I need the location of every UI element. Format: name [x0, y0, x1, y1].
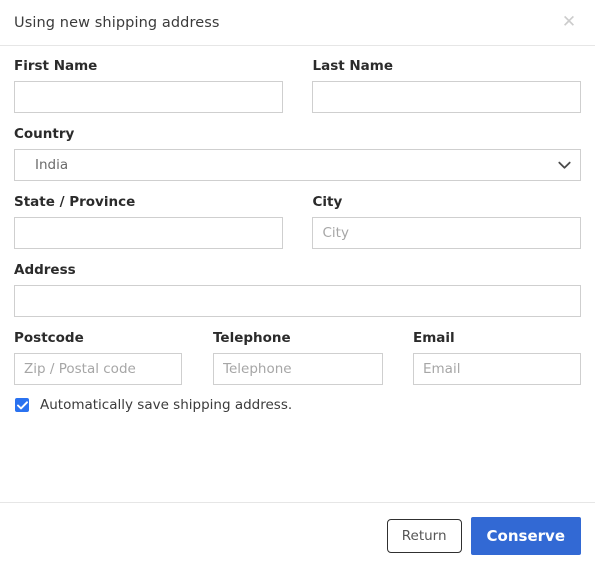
state-label: State / Province [14, 194, 136, 210]
shipping-address-dialog: Using new shipping address ✕ First Name … [0, 0, 595, 568]
postcode-input[interactable] [14, 353, 182, 385]
country-select[interactable]: India [14, 149, 581, 181]
conserve-button[interactable]: Conserve [470, 516, 581, 555]
city-field: City [312, 194, 582, 249]
dialog-header: Using new shipping address ✕ [0, 0, 595, 46]
return-button[interactable]: Return [386, 518, 462, 553]
telephone-input[interactable] [213, 353, 383, 385]
postcode-field: Postcode [14, 330, 182, 385]
telephone-label: Telephone [213, 330, 291, 346]
address-label: Address [14, 262, 76, 278]
autosave-row: Automatically save shipping address. [14, 397, 581, 413]
city-label: City [312, 194, 343, 210]
country-row: Country India [14, 126, 581, 181]
address-row: Address [14, 262, 581, 317]
first-name-label: First Name [14, 58, 98, 74]
country-label: Country [14, 126, 75, 142]
column-spacer [182, 330, 213, 385]
last-name-label: Last Name [312, 58, 394, 74]
name-row: First Name Last Name [14, 58, 582, 113]
email-input[interactable] [413, 353, 581, 385]
dialog-footer: Return Conserve [0, 502, 595, 568]
email-label: Email [413, 330, 455, 346]
contact-row: Postcode Telephone Email [14, 330, 581, 385]
column-spacer [283, 194, 313, 249]
last-name-field: Last Name [312, 58, 582, 113]
column-spacer [283, 58, 313, 113]
state-field: State / Province [14, 194, 283, 249]
postcode-label: Postcode [14, 330, 84, 346]
first-name-input[interactable] [14, 81, 283, 113]
country-field: Country India [14, 126, 581, 181]
first-name-field: First Name [14, 58, 283, 113]
dialog-title: Using new shipping address [14, 14, 220, 31]
address-input[interactable] [14, 285, 581, 317]
column-spacer [383, 330, 413, 385]
city-input[interactable] [312, 217, 582, 249]
address-field: Address [14, 262, 581, 317]
telephone-field: Telephone [213, 330, 383, 385]
country-select-wrap: India [14, 149, 581, 181]
state-city-row: State / Province City [14, 194, 582, 249]
autosave-label[interactable]: Automatically save shipping address. [40, 397, 292, 413]
state-input[interactable] [14, 217, 283, 249]
close-icon[interactable]: ✕ [559, 13, 579, 33]
last-name-input[interactable] [312, 81, 582, 113]
dialog-body: First Name Last Name Country India State… [0, 46, 595, 502]
autosave-checkbox[interactable] [15, 398, 29, 412]
email-field: Email [413, 330, 581, 385]
